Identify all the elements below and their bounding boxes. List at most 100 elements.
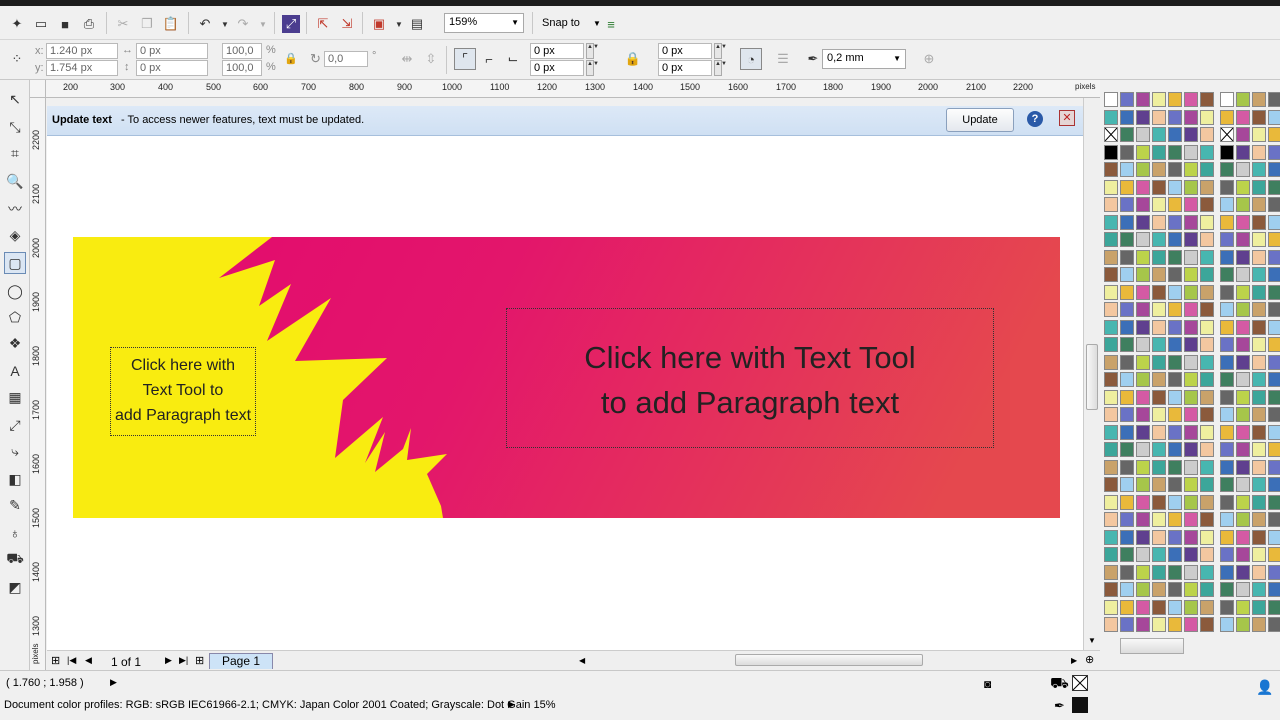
expand-profiles-icon[interactable]: ▶: [508, 699, 515, 710]
rotation-angle-field[interactable]: 0,0: [324, 51, 368, 67]
color-swatch[interactable]: [1120, 267, 1134, 282]
color-swatch[interactable]: [1220, 92, 1234, 107]
color-swatch[interactable]: [1120, 442, 1134, 457]
color-swatch[interactable]: [1104, 564, 1118, 580]
color-swatch[interactable]: [1200, 582, 1214, 597]
user-icon[interactable]: 👤: [1256, 679, 1273, 696]
color-swatch[interactable]: [1152, 564, 1166, 580]
color-swatch[interactable]: [1104, 582, 1118, 597]
color-swatch[interactable]: [1184, 337, 1198, 352]
last-page-icon[interactable]: ▶|: [179, 655, 188, 666]
color-swatch[interactable]: [1152, 179, 1166, 195]
crop-tool-icon[interactable]: ⌗: [4, 142, 26, 164]
color-swatch[interactable]: [1252, 144, 1266, 160]
color-swatch[interactable]: [1184, 372, 1198, 387]
close-icon[interactable]: ✕: [1059, 110, 1075, 126]
lock-corners-icon[interactable]: 🔒: [624, 50, 642, 68]
scale-y-field[interactable]: 100,0: [222, 60, 262, 76]
color-swatch[interactable]: [1136, 512, 1150, 527]
color-swatch[interactable]: [1200, 249, 1214, 265]
color-swatch[interactable]: [1152, 284, 1166, 300]
color-swatch[interactable]: [1120, 372, 1134, 387]
color-swatch[interactable]: [1184, 144, 1198, 160]
color-swatch[interactable]: [1152, 232, 1166, 247]
color-swatch[interactable]: [1220, 337, 1234, 352]
color-swatch[interactable]: [1152, 459, 1166, 475]
color-swatch[interactable]: [1104, 424, 1118, 440]
color-swatch[interactable]: [1120, 302, 1134, 317]
color-swatch[interactable]: [1236, 512, 1250, 527]
color-swatch[interactable]: [1220, 459, 1234, 475]
color-swatch[interactable]: [1184, 494, 1198, 510]
color-swatch[interactable]: [1268, 477, 1280, 492]
round-corner-icon[interactable]: ⌜: [454, 48, 476, 70]
y-position-field[interactable]: 1.754 px: [46, 60, 118, 76]
outline-width-dropdown[interactable]: 0,2 mm ▼: [822, 49, 906, 69]
open-folder-icon[interactable]: ▭: [32, 15, 50, 33]
rectangle-tool-icon[interactable]: ▢: [4, 252, 26, 274]
color-swatch[interactable]: [1268, 214, 1280, 230]
color-swatch[interactable]: [1120, 249, 1134, 265]
color-swatch[interactable]: [1120, 564, 1134, 580]
color-swatch[interactable]: [1236, 337, 1250, 352]
color-swatch[interactable]: [1268, 564, 1280, 580]
height-field[interactable]: 0 px: [136, 60, 208, 76]
color-swatch[interactable]: [1120, 284, 1134, 300]
spinner-icon[interactable]: ▲▼: [714, 43, 727, 59]
text-tool-icon[interactable]: A: [4, 360, 26, 382]
color-swatch[interactable]: [1236, 407, 1250, 422]
color-swatch[interactable]: [1168, 547, 1182, 562]
color-swatch[interactable]: [1200, 599, 1214, 615]
color-swatch[interactable]: [1136, 284, 1150, 300]
color-swatch[interactable]: [1184, 582, 1198, 597]
horizontal-scroll-thumb[interactable]: [735, 654, 923, 666]
color-swatch[interactable]: [1184, 92, 1198, 107]
color-swatch[interactable]: [1268, 144, 1280, 160]
color-swatch[interactable]: [1268, 354, 1280, 370]
color-swatch[interactable]: [1104, 267, 1118, 282]
color-swatch[interactable]: [1136, 162, 1150, 177]
color-swatch[interactable]: [1168, 249, 1182, 265]
color-swatch[interactable]: [1200, 197, 1214, 212]
color-swatch[interactable]: [1184, 477, 1198, 492]
color-swatch[interactable]: [1168, 162, 1182, 177]
redo-dropdown-icon[interactable]: ▼: [254, 15, 272, 33]
color-swatch[interactable]: [1236, 144, 1250, 160]
color-swatch[interactable]: [1104, 302, 1118, 317]
color-swatch[interactable]: [1184, 197, 1198, 212]
color-swatch[interactable]: [1136, 477, 1150, 492]
color-swatch[interactable]: [1104, 179, 1118, 195]
color-swatch[interactable]: [1120, 354, 1134, 370]
color-swatch[interactable]: [1120, 494, 1134, 510]
scroll-down-icon[interactable]: ▼: [1088, 636, 1096, 645]
color-swatch[interactable]: [1220, 127, 1234, 142]
color-swatch[interactable]: [1236, 424, 1250, 440]
color-swatch[interactable]: [1252, 424, 1266, 440]
color-swatch[interactable]: [1252, 564, 1266, 580]
color-swatch[interactable]: [1252, 214, 1266, 230]
color-swatch[interactable]: [1252, 372, 1266, 387]
color-swatch[interactable]: [1268, 162, 1280, 177]
color-swatch[interactable]: [1184, 617, 1198, 632]
mirror-horizontal-icon[interactable]: ⇹: [398, 50, 416, 68]
color-swatch[interactable]: [1136, 127, 1150, 142]
scale-x-field[interactable]: 100,0: [222, 43, 262, 59]
color-swatch[interactable]: [1120, 197, 1134, 212]
color-swatch[interactable]: [1220, 582, 1234, 597]
color-swatch[interactable]: [1252, 249, 1266, 265]
shape-tool-icon[interactable]: ⤡: [4, 116, 26, 138]
color-swatch[interactable]: [1104, 459, 1118, 475]
color-swatch[interactable]: [1136, 389, 1150, 405]
color-swatch[interactable]: [1184, 599, 1198, 615]
spinner-icon[interactable]: ▲▼: [714, 60, 727, 76]
color-swatch[interactable]: [1200, 512, 1214, 527]
color-swatch[interactable]: [1200, 232, 1214, 247]
update-button[interactable]: Update: [946, 108, 1014, 132]
color-swatch[interactable]: [1252, 582, 1266, 597]
color-swatch[interactable]: [1220, 617, 1234, 632]
color-swatch[interactable]: [1268, 337, 1280, 352]
zoom-tool-icon[interactable]: 🔍: [4, 170, 26, 192]
color-swatch[interactable]: [1200, 494, 1214, 510]
color-swatch[interactable]: [1184, 109, 1198, 125]
color-swatch[interactable]: [1236, 109, 1250, 125]
